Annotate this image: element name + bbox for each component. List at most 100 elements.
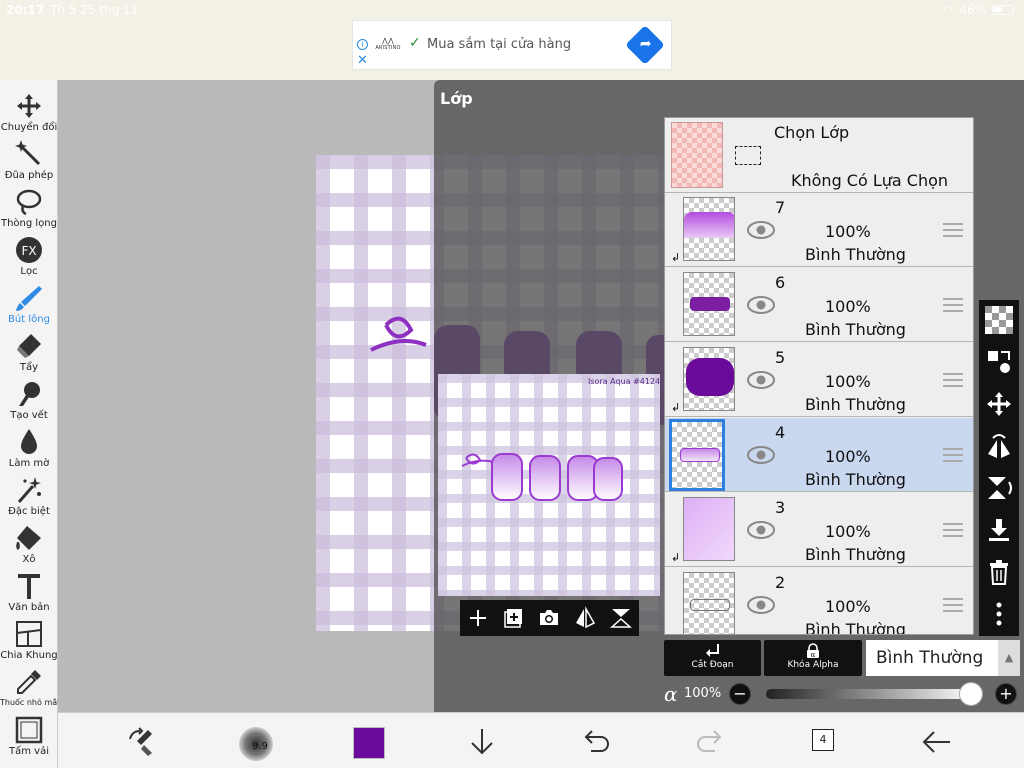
merge-down-icon[interactable]: [985, 516, 1013, 544]
add-layer-icon[interactable]: [466, 606, 490, 630]
layer-row-5[interactable]: ↲ 5 100% Bình Thường: [665, 343, 973, 417]
move-layer-icon[interactable]: [985, 390, 1013, 418]
tool-eraser[interactable]: Tẩy: [0, 332, 58, 380]
battery-icon: [992, 5, 1014, 15]
layer-preview[interactable]: Isora Aqua #41247: [438, 374, 660, 596]
back-arrow-icon[interactable]: [920, 725, 954, 759]
color-swatch[interactable]: [353, 727, 385, 759]
layer-thumbnail: [683, 497, 735, 561]
eye-icon[interactable]: [747, 221, 775, 239]
tool-canvas[interactable]: Tấm vải: [0, 716, 58, 764]
layer-row-4[interactable]: 4 100% Bình Thường: [665, 418, 973, 492]
ad-banner[interactable]: i ✕ ARISTINO ✓ Mua sắm tại cửa hàng ➦: [352, 20, 672, 70]
duplicate-layer-icon[interactable]: [502, 606, 526, 630]
canvas-signature: Isora Aqua #41247: [588, 377, 660, 386]
alpha-lock-label: Khóa Alpha: [787, 660, 839, 670]
trash-icon[interactable]: [985, 558, 1013, 586]
tool-filter[interactable]: FX Lọc: [0, 236, 58, 284]
right-toolbar: [979, 300, 1019, 636]
wifi-icon: ◠: [942, 3, 954, 17]
undo-icon[interactable]: [579, 725, 613, 759]
tool-lasso[interactable]: Thòng lọng: [0, 188, 58, 236]
checkerboard-icon[interactable]: [985, 306, 1013, 334]
tool-bucket[interactable]: Xô: [0, 524, 58, 572]
tool-blur[interactable]: Làm mờ: [0, 428, 58, 476]
blend-mode-arrow-icon[interactable]: ▲: [998, 640, 1020, 676]
alpha-lock-button[interactable]: α Khóa Alpha: [764, 640, 862, 676]
status-right: ◠ 46%: [943, 3, 1014, 17]
tool-brush[interactable]: Bút lông: [0, 284, 58, 332]
drag-handle-icon[interactable]: [943, 523, 963, 537]
frame-divider-icon: [16, 621, 42, 647]
alpha-increase-button[interactable]: +: [995, 683, 1017, 705]
eye-icon[interactable]: [747, 296, 775, 314]
drag-handle-icon[interactable]: [943, 598, 963, 612]
layer-row-6[interactable]: 6 100% Bình Thường: [665, 268, 973, 342]
layer-list[interactable]: Chọn Lớp Không Có Lựa Chọn ↲ 7 100% Bình…: [664, 117, 974, 635]
layer-row-3[interactable]: ↲ 3 100% Bình Thường: [665, 493, 973, 567]
clipping-button[interactable]: Cắt Đoạn: [664, 640, 761, 676]
directions-icon[interactable]: ➦: [625, 25, 665, 65]
drag-handle-icon[interactable]: [943, 223, 963, 237]
drag-handle-icon[interactable]: [943, 448, 963, 462]
layer-number: 7: [775, 198, 786, 217]
tool-label: Văn bản: [8, 602, 50, 613]
blend-mode-select[interactable]: Bình Thường: [866, 640, 998, 676]
eye-icon[interactable]: [747, 371, 775, 389]
transform-layer-icon[interactable]: [985, 348, 1013, 376]
flip-horizontal-icon[interactable]: [985, 432, 1013, 460]
drag-handle-icon[interactable]: [943, 298, 963, 312]
selection-layer[interactable]: Chọn Lớp Không Có Lựa Chọn: [665, 118, 973, 193]
arrow-down-icon[interactable]: [465, 725, 499, 759]
layer-row-7[interactable]: ↲ 7 100% Bình Thường: [665, 193, 973, 267]
redo-icon[interactable]: [693, 725, 727, 759]
layer-blend-mode: Bình Thường: [805, 620, 906, 635]
drag-handle-icon[interactable]: [943, 373, 963, 387]
left-toolbar: Chuyển đổi Đũa phép Thòng lọng FX Lọc Bú…: [0, 80, 60, 768]
selection-layer-title: Chọn Lớp: [774, 123, 850, 142]
brush-eraser-swap-icon[interactable]: [126, 725, 160, 759]
flip-vertical-icon[interactable]: [985, 474, 1013, 502]
clipping-label: Cắt Đoạn: [691, 660, 734, 670]
flip-layer-icon[interactable]: [573, 606, 597, 630]
alpha-decrease-button[interactable]: −: [729, 683, 751, 705]
eye-icon[interactable]: [747, 446, 775, 464]
layer-row-2[interactable]: 2 100% Bình Thường: [665, 568, 973, 635]
layer-opacity: 100%: [825, 447, 871, 466]
layer-thumbnail: [683, 347, 735, 411]
brush-size-button[interactable]: 9.9: [239, 727, 273, 761]
camera-icon[interactable]: [537, 606, 561, 630]
tool-text[interactable]: Văn bản: [0, 572, 58, 620]
ad-close-icon[interactable]: ✕: [357, 53, 368, 68]
tool-transform[interactable]: Chuyển đổi: [0, 92, 58, 140]
alpha-lock-icon: α: [807, 643, 819, 659]
layer-thumbnail: [683, 572, 735, 634]
eye-icon[interactable]: [747, 596, 775, 614]
lasso-icon: [16, 189, 42, 216]
alpha-slider-knob[interactable]: [959, 682, 983, 706]
tool-special[interactable]: Đặc biệt: [0, 476, 58, 524]
tool-label: Đặc biệt: [8, 506, 50, 517]
tool-eyedropper[interactable]: Thuốc nhỏ mắt: [0, 668, 60, 716]
magic-wand-icon: [15, 140, 41, 166]
tool-label: Làm mờ: [8, 458, 50, 469]
rotate-layer-icon[interactable]: [609, 606, 633, 630]
alpha-slider[interactable]: [766, 689, 976, 699]
more-options-icon[interactable]: [985, 600, 1013, 628]
layers-button[interactable]: 4: [812, 729, 834, 751]
ad-info-icon[interactable]: i: [357, 39, 368, 50]
bucket-icon: [16, 526, 41, 550]
tool-label: Tạo vết: [10, 410, 48, 421]
tool-magic-wand[interactable]: Đũa phép: [0, 140, 58, 188]
layer-blend-mode: Bình Thường: [805, 470, 906, 489]
layer-blend-mode: Bình Thường: [805, 320, 906, 339]
eye-icon[interactable]: [747, 521, 775, 539]
tool-frame-divider[interactable]: Chia Khung: [0, 620, 58, 668]
text-icon: [18, 574, 40, 599]
panel-title: Lớp: [440, 89, 473, 108]
tool-smudge[interactable]: Tạo vết: [0, 380, 58, 428]
layer-opacity: 100%: [825, 372, 871, 391]
ad-text: Mua sắm tại cửa hàng: [427, 37, 572, 52]
check-icon: ✓: [409, 35, 421, 51]
brush-icon: [16, 286, 42, 311]
